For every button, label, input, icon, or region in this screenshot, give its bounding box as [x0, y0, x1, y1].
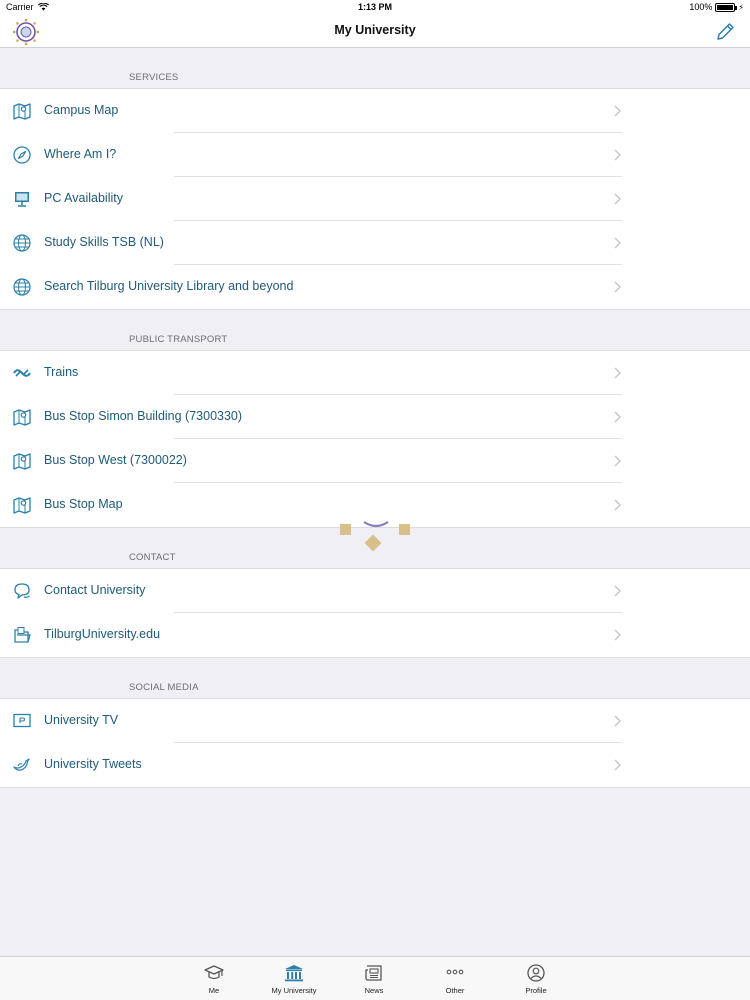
chevron-right-icon	[614, 281, 621, 293]
tab-label: Me	[208, 986, 220, 995]
list-item[interactable]: Trains	[0, 351, 750, 395]
charging-icon: ⚡	[738, 2, 744, 12]
list-item-label: Contact University	[44, 583, 146, 597]
list-item[interactable]: Where Am I?	[0, 133, 750, 177]
globe-icon	[13, 234, 31, 252]
chevron-right-icon	[614, 149, 621, 161]
newspaper-icon	[365, 965, 382, 981]
map-pin-icon	[13, 103, 31, 120]
more-dots-icon	[446, 969, 464, 975]
tv-play-icon	[13, 713, 31, 728]
chevron-right-icon	[614, 585, 621, 597]
person-circle-icon	[527, 964, 545, 982]
tab-label: Other	[445, 986, 465, 995]
tab-label: Profile	[525, 986, 547, 995]
chat-bubbles-icon	[14, 583, 30, 599]
list-item[interactable]: Search Tilburg University Library and be…	[0, 265, 750, 309]
list-item[interactable]: Contact University	[0, 569, 750, 613]
tab-label: My University	[271, 986, 317, 995]
section-list: Campus Map Where Am I? PC Availability Stud…	[0, 88, 750, 310]
university-watermark-icon	[340, 521, 410, 552]
chevron-right-icon	[614, 367, 621, 379]
chevron-right-icon	[614, 629, 621, 641]
chevron-right-icon	[614, 759, 621, 771]
chevron-right-icon	[614, 105, 621, 117]
section-list: Trains Bus Stop Simon Building (7300330) B…	[0, 350, 750, 528]
battery-percent: 100%	[689, 2, 713, 12]
tab-other[interactable]: Other	[425, 963, 485, 995]
list-item[interactable]: PC Availability	[0, 177, 750, 221]
settings-list: SERVICES Campus Map Where Am I? PC Availabi…	[0, 48, 750, 788]
list-item-label: PC Availability	[44, 191, 123, 205]
list-item-label: Search Tilburg University Library and be…	[44, 279, 294, 293]
tab-label: News	[364, 986, 384, 995]
list-item[interactable]: Study Skills TSB (NL)	[0, 221, 750, 265]
list-item-label: Campus Map	[44, 103, 119, 117]
map-pin-icon	[13, 497, 31, 514]
section-header: PUBLIC TRANSPORT	[129, 334, 228, 345]
battery-icon	[715, 2, 738, 12]
chevron-right-icon	[614, 193, 621, 205]
chevron-right-icon	[614, 455, 621, 467]
section-header: SOCIAL MEDIA	[129, 682, 199, 693]
tab-news[interactable]: News	[344, 963, 404, 995]
ns-train-icon	[13, 369, 31, 377]
navigation-bar: My University	[0, 16, 750, 48]
status-bar: Carrier 1:13 PM 100% ⚡	[0, 0, 750, 16]
section-list: Contact University TilburgUniversity.edu	[0, 568, 750, 658]
list-item[interactable]: University TV	[0, 699, 750, 743]
tab-me[interactable]: Me	[184, 963, 244, 995]
list-item-label: Bus Stop West (7300022)	[44, 453, 187, 467]
chevron-right-icon	[614, 237, 621, 249]
globe-icon	[13, 278, 31, 296]
pencil-icon[interactable]	[714, 21, 736, 43]
chevron-right-icon	[614, 715, 621, 727]
tab-my-university[interactable]: My University	[264, 963, 324, 995]
list-item[interactable]: Bus Stop West (7300022)	[0, 439, 750, 483]
compass-icon	[13, 146, 31, 164]
list-item-label: Trains	[44, 365, 79, 379]
list-item-label: Bus Stop Simon Building (7300330)	[44, 409, 243, 423]
bird-icon	[13, 758, 30, 771]
list-item[interactable]: Bus Stop Simon Building (7300330)	[0, 395, 750, 439]
list-item-label: Study Skills TSB (NL)	[44, 235, 164, 249]
chevron-right-icon	[614, 499, 621, 511]
list-item-label: Bus Stop Map	[44, 497, 123, 511]
section-list: University TV University Tweets	[0, 698, 750, 788]
graduation-cap-icon	[204, 965, 224, 980]
chevron-right-icon	[614, 411, 621, 423]
monitor-icon	[15, 192, 29, 207]
tab-profile[interactable]: Profile	[506, 963, 566, 995]
clock: 1:13 PM	[357, 2, 392, 12]
section-header: SERVICES	[129, 72, 179, 83]
page-title: My University	[334, 23, 416, 37]
folder-icon	[14, 627, 31, 643]
list-item[interactable]: TilburgUniversity.edu	[0, 613, 750, 657]
map-pin-icon	[13, 453, 31, 470]
map-pin-icon	[13, 409, 31, 426]
list-item[interactable]: Campus Map	[0, 89, 750, 133]
list-item[interactable]: University Tweets	[0, 743, 750, 787]
list-item-label: Where Am I?	[44, 147, 117, 161]
list-item-label: University TV	[44, 713, 119, 727]
list-item-label: University Tweets	[44, 757, 142, 771]
tab-bar: Me My University News Other Profile	[0, 956, 750, 1000]
building-columns-icon	[285, 965, 303, 982]
list-item-label: TilburgUniversity.edu	[44, 627, 161, 641]
